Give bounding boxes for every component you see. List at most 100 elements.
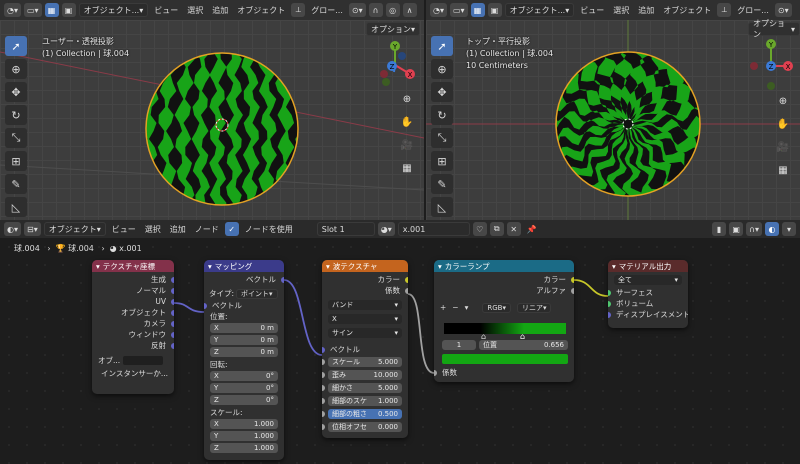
measure-tool-icon[interactable]: ◺ [5,197,27,217]
input-socket[interactable] [322,411,325,417]
menu-object[interactable]: オブジェクト [660,5,714,16]
input-socket[interactable] [204,302,207,309]
collapse-icon[interactable]: ▾ [96,262,100,271]
input-socket[interactable] [322,346,325,353]
menu-select[interactable]: 選択 [142,224,164,235]
wave-param-field[interactable]: 歪み 10.000 [322,370,402,380]
output-socket[interactable] [171,320,174,327]
editor-type-button[interactable]: ◔▾ [430,3,447,17]
input-socket[interactable] [608,300,611,307]
pin-icon[interactable]: 📌 [524,222,540,236]
output-socket[interactable] [405,276,408,283]
material-browse-icon[interactable]: ◕▾ [377,222,395,236]
remove-stop-button[interactable]: − [452,303,458,312]
select-box-icon[interactable]: ▦ [470,3,485,17]
rot-field[interactable]: X 0° [210,371,278,381]
duplicate-icon[interactable]: ⧉ [489,222,504,236]
select-mode-button[interactable]: ▭▾ [450,3,468,17]
loc-field[interactable]: Y 0 m [210,335,278,345]
rotate-tool-icon[interactable]: ↻ [431,105,453,125]
scale-tool-icon[interactable]: ⤡ [431,128,453,148]
input-socket[interactable] [322,359,325,365]
collapse-icon[interactable]: ▾ [438,262,442,271]
perspective-grid-icon[interactable]: ▦ [398,159,416,177]
transform-orientation-icon[interactable]: ⟂ [291,3,306,17]
transform-orientation-icon[interactable]: ⟂ [717,3,732,17]
select-mode-button[interactable]: ▭▾ [24,3,42,17]
right-options-dropdown[interactable]: オプション ▾ [748,19,800,39]
transform-tool-icon[interactable]: ⊞ [5,151,27,171]
use-nodes-checkbox[interactable]: ✓ [224,222,239,236]
move-tool-icon[interactable]: ✥ [431,82,453,102]
wave-type-dropdown[interactable]: バンド ▾ [328,300,402,310]
transform-tool-icon[interactable]: ⊞ [431,151,453,171]
material-name-field[interactable]: x.001 [397,222,470,236]
input-socket[interactable] [322,398,325,404]
output-socket[interactable] [171,298,174,305]
overlay-icon[interactable]: ◐ [765,222,779,236]
orientation-dropdown[interactable]: グロー... [734,5,772,16]
left-viewport[interactable]: ➚ ⊕ ✥ ↻ ⤡ ⊞ ✎ ◺ ユーザー・透視投影 (1) Collection… [0,20,424,220]
profile-dropdown[interactable]: サイン ▾ [328,328,402,338]
output-socket[interactable] [171,276,174,283]
type-dropdown[interactable]: ポイント ▾ [236,288,278,299]
material-output-node[interactable]: ▾ マテリアル出力 全て ▾ サーフェス ボリューム ディスプレイスメント [608,260,688,328]
menu-select[interactable]: 選択 [184,5,206,16]
object-picker[interactable] [123,356,164,365]
wave-param-field[interactable]: 細かさ 5.000 [322,383,402,393]
rot-field[interactable]: Y 0° [210,383,278,393]
collapse-icon[interactable]: ▾ [208,262,212,271]
shader-type-icon[interactable]: ⊟▾ [24,222,41,236]
ortho-grid-icon[interactable]: ▦ [774,161,792,179]
editor-type-button[interactable]: ◔▾ [4,3,21,17]
wave-icon[interactable]: ∧ [402,3,417,17]
scale-field[interactable]: X 1.000 [210,419,278,429]
add-stop-button[interactable]: + [440,303,446,312]
stop-index-field[interactable]: 1 [442,340,476,350]
wave-param-field[interactable]: 位相オフセ 0.000 [322,422,402,432]
input-socket[interactable] [322,424,325,430]
wave-param-field[interactable]: 細部のスケ 1.000 [322,396,402,406]
cursor-tool-icon[interactable]: ⊕ [431,59,453,79]
pivot-icon[interactable]: ⊙▾ [774,3,792,17]
zoom-icon[interactable]: ⊕ [398,90,416,108]
scale-field[interactable]: Z 1.000 [210,443,278,453]
output-socket[interactable] [405,287,408,294]
node-editor-type-button[interactable]: ◐▾ [4,222,21,236]
menu-add[interactable]: 追加 [167,224,189,235]
move-tool-icon[interactable]: ✥ [5,82,27,102]
rot-field[interactable]: Z 0° [210,395,278,405]
slot-dropdown[interactable]: Slot 1 [316,222,375,236]
cursor-tool-icon[interactable]: ⊕ [5,59,27,79]
menu-view[interactable]: ビュー [151,5,181,16]
navigation-gizmo[interactable]: Y X Z [748,36,794,96]
collapse-icon[interactable]: ▾ [326,262,330,271]
output-socket[interactable] [171,309,174,316]
texture-coordinate-node[interactable]: ▾ テクスチャ座標 生成 ノーマル UV オブジェクト カメラ ウィンドウ 反射 オブ... … [92,260,174,394]
wave-param-field[interactable]: 細部の粗さ 0.500 [322,409,402,419]
menu-node[interactable]: ノード [192,224,222,235]
navigation-gizmo[interactable]: Y X Z [372,38,418,96]
color-ramp-gradient[interactable] [444,323,566,334]
direction-dropdown[interactable]: X ▾ [328,314,402,324]
unlink-icon[interactable]: ✕ [506,222,521,236]
wave-param-field[interactable]: スケール 5.000 [322,357,402,367]
camera-icon[interactable]: 🎥 [398,136,416,154]
mapping-node[interactable]: ▾ マッピング ベクトル タイプ: ポイント ▾ ベクトル 位置: X 0 mY0 mZ… [204,260,284,460]
output-socket[interactable] [571,287,574,294]
sidebar-toggle-icon[interactable]: ▮ [712,222,727,236]
select-tool-icon[interactable]: ➚ [431,36,453,56]
output-socket[interactable] [571,276,574,283]
output-socket[interactable] [171,342,174,349]
mode-dropdown[interactable]: オブジェクト... ▾ [504,3,575,17]
stop-position-field[interactable]: 位置 0.656 [479,340,568,350]
select-extend-icon[interactable]: ▣ [487,3,502,17]
input-socket[interactable] [434,369,437,376]
input-socket[interactable] [608,311,611,318]
collapse-icon[interactable]: ▾ [612,262,616,271]
menu-add[interactable]: 追加 [635,5,657,16]
annotate-tool-icon[interactable]: ✎ [431,174,453,194]
output-socket[interactable] [171,331,174,338]
select-extend-icon[interactable]: ▣ [61,3,76,17]
proportional-icon[interactable]: ◎ [385,3,400,17]
